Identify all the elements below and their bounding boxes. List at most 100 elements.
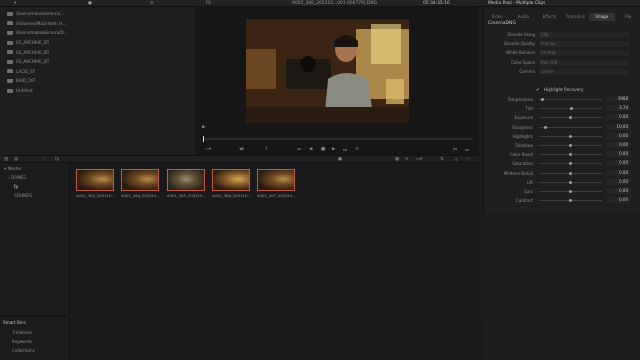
- tab-audio[interactable]: Audio: [510, 13, 536, 21]
- slider-value-field[interactable]: 0.00: [607, 160, 630, 167]
- slider-value-field[interactable]: 0.00: [607, 142, 630, 148]
- grid-view-icon[interactable]: ▦: [395, 157, 399, 162]
- slider-handle[interactable]: [540, 98, 544, 101]
- tab-video[interactable]: Video: [484, 13, 510, 21]
- white-balance-dropdown[interactable]: As shot: [539, 50, 629, 57]
- skip-forward-icon[interactable]: ⏭: [343, 147, 347, 153]
- slider-track[interactable]: [539, 99, 602, 100]
- clip-thumbnail[interactable]: A001_364_202310...: [121, 169, 160, 199]
- slider-value-field[interactable]: 0.00: [607, 178, 630, 185]
- decode-using-dropdown[interactable]: Clip: [539, 31, 629, 38]
- metadata-view-icon[interactable]: ▭▾: [416, 157, 422, 162]
- bin-master[interactable]: ▾ Master: [4, 165, 22, 174]
- slider-value-field[interactable]: 10.00: [607, 123, 630, 130]
- clip-thumbnail[interactable]: A001_365_202310...: [167, 169, 206, 199]
- clip-thumbnail[interactable]: A001_367_202310...: [257, 169, 296, 199]
- smart-bin-keywords[interactable]: Keywords: [12, 339, 32, 344]
- folder-item[interactable]: Untitled: [0, 86, 70, 96]
- tab-effects[interactable]: Effects: [536, 13, 562, 21]
- folder-item[interactable]: 01_ARCHIVE_BT: [0, 38, 70, 48]
- folder-item[interactable]: LACIE_ST: [0, 67, 70, 77]
- slider-handle[interactable]: [569, 199, 572, 203]
- tab-file[interactable]: File: [615, 13, 640, 21]
- folder-item[interactable]: /Users/masaakimura/D...: [0, 28, 70, 38]
- viewer-clip-name: A001_366_202310...001-000779].DNG: [292, 1, 378, 6]
- bin-sounds[interactable]: SOUNDS: [14, 192, 32, 201]
- inspector-tabs: Video Audio Effects Transition Image Fil…: [484, 13, 640, 21]
- skip-back-icon[interactable]: ⏮: [297, 147, 301, 153]
- bin-dome1[interactable]: › DOME1: [8, 174, 26, 183]
- prop-label: Decode Using: [507, 31, 535, 37]
- color-space-dropdown[interactable]: Rec.709: [539, 59, 629, 66]
- slider-value-field[interactable]: 0.00: [607, 169, 630, 176]
- viewer-options-icon[interactable]: ▭▾: [205, 147, 211, 152]
- clip-thumbnail-image[interactable]: [167, 169, 205, 191]
- tab-transition[interactable]: Transition: [563, 13, 589, 21]
- playhead[interactable]: [203, 136, 204, 142]
- clip-thumbnail-image[interactable]: [212, 169, 250, 191]
- slider-value-field[interactable]: 0.00: [607, 132, 630, 139]
- zoom-slider-icon[interactable]: ●: [88, 0, 92, 7]
- loop-icon[interactable]: ⟲: [355, 147, 359, 152]
- panel-toggle-icon[interactable]: ▥: [4, 157, 8, 162]
- step-back-icon[interactable]: ◀: [309, 147, 312, 152]
- clip-thumbnail-image[interactable]: [121, 169, 159, 191]
- slider-value-field[interactable]: 0.00: [607, 151, 630, 158]
- in-point-marker-icon[interactable]: ▶: [202, 125, 205, 130]
- slider-value-field[interactable]: 0.00: [607, 114, 630, 121]
- folder-item[interactable]: RAID_16T: [0, 76, 70, 86]
- clip-thumbnail-image[interactable]: [257, 169, 295, 191]
- highlight-recovery-checkbox[interactable]: ✔ Highlight Recovery: [536, 87, 584, 92]
- play-icon[interactable]: ▶: [332, 147, 335, 152]
- gamma-dropdown[interactable]: Linear: [539, 69, 629, 76]
- decode-quality-dropdown[interactable]: Full res.: [539, 40, 629, 47]
- audio-volume-icon[interactable]: ◀): [239, 147, 244, 152]
- folder-item[interactable]: /Users/masaakimura/...: [0, 9, 70, 19]
- slider-handle[interactable]: [570, 107, 574, 111]
- slider-handle[interactable]: [569, 144, 572, 147]
- slider-row: Lift 0.00: [484, 178, 640, 187]
- slider-handle[interactable]: [569, 116, 572, 120]
- fp-filter-icon[interactable]: fp: [55, 157, 59, 162]
- source-viewer[interactable]: ▶ ▭▾ ◀) 1 ⏮ ◀ ■ ▶ ⏭ ⟲ ⏮ ⏭: [197, 7, 479, 155]
- clip-thumbnail[interactable]: A001_363_202310...: [76, 169, 115, 199]
- stop-icon[interactable]: ■: [321, 147, 325, 152]
- viewer-fit-dropdown[interactable]: Fit: [206, 0, 211, 7]
- slider-value-field[interactable]: 3.74: [607, 105, 630, 112]
- viewer-frame-image[interactable]: [246, 19, 409, 123]
- slider-handle[interactable]: [569, 153, 572, 157]
- search-icon[interactable]: ♡: [42, 157, 46, 162]
- slider-handle[interactable]: [569, 190, 572, 193]
- slider-handle[interactable]: [569, 162, 572, 166]
- slider-track[interactable]: [539, 126, 602, 128]
- smart-bin-collections[interactable]: Collections: [12, 348, 35, 353]
- mark-out-icon[interactable]: ⏭: [465, 147, 469, 153]
- folder-toggle-icon[interactable]: ▾: [14, 0, 16, 7]
- slider-handle[interactable]: [569, 134, 572, 138]
- slider-value-field[interactable]: 0.00: [607, 188, 630, 194]
- mark-in-icon[interactable]: ⏮: [453, 147, 457, 153]
- clip-name: A001_367_202310...: [257, 193, 297, 198]
- clip-thumbnail-image[interactable]: [76, 169, 114, 191]
- clip-thumbnail[interactable]: A001_366_202310...: [212, 169, 251, 199]
- more-options-icon[interactable]: ⋯: [466, 157, 470, 162]
- list-view-icon[interactable]: ≡: [150, 0, 154, 7]
- clip-grid: A001_363_202310... A001_364_202310... A0…: [71, 163, 480, 315]
- tab-image[interactable]: Image: [588, 13, 615, 21]
- folder-item[interactable]: 03_ARCHIVE_BT: [0, 57, 70, 67]
- slider-handle[interactable]: [543, 125, 547, 129]
- folder-item[interactable]: /Volumes/Macintosh H...: [0, 19, 70, 29]
- sort-icon[interactable]: ⇅: [440, 157, 444, 162]
- slider-value-field[interactable]: 3988: [607, 96, 630, 102]
- slider-handle[interactable]: [569, 171, 572, 175]
- list-view-icon[interactable]: ≡: [405, 157, 409, 162]
- slider-label: Tint: [525, 106, 533, 112]
- thumbnail-size-slider[interactable]: ●: [338, 157, 342, 162]
- folder-item[interactable]: 02_ARCHIVE_BT: [0, 47, 70, 57]
- smart-bin-timelines[interactable]: Timelines: [12, 330, 32, 335]
- slider-handle[interactable]: [569, 180, 572, 184]
- slider-value-field[interactable]: 0.00: [607, 197, 630, 204]
- viewer-scrub-bar[interactable]: [203, 136, 473, 142]
- bin-fp[interactable]: fp: [14, 183, 18, 192]
- list-icon[interactable]: ▤: [14, 157, 18, 162]
